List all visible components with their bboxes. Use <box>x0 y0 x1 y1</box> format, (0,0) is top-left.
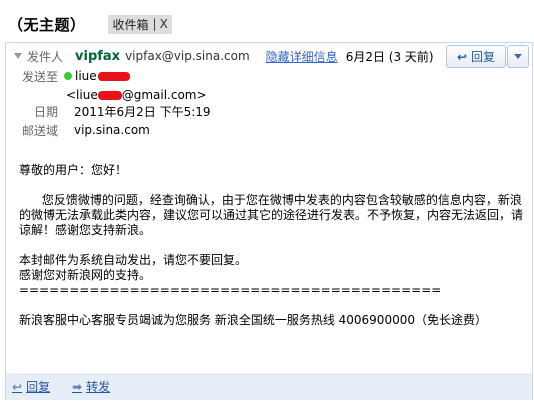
subject-bar: （无主题） 收件箱 | X <box>8 13 172 35</box>
reply-button-label: 回复 <box>471 50 496 64</box>
date-full: 2011年6月2日 下午5:19 <box>74 104 211 119</box>
label-separator: | <box>152 17 157 31</box>
collapse-triangle-icon[interactable] <box>14 53 22 59</box>
to-row: 发送至 liue <box>6 66 130 86</box>
reply-arrow-icon: ↩ <box>456 49 468 64</box>
inbox-label-chip[interactable]: 收件箱 | X <box>107 14 172 34</box>
sender-name[interactable]: vipfax <box>75 49 120 64</box>
message-footer: ↩ 回复 ➡ 转发 <box>6 373 532 400</box>
footer-forward-label[interactable]: 转发 <box>86 378 110 395</box>
body-divider: ========================================… <box>19 283 442 297</box>
body-greeting: 尊敬的用户：您好！ <box>19 163 128 177</box>
forward-arrow-icon: ➡ <box>72 379 83 394</box>
message-body: 尊敬的用户：您好！ 您反馈微博的问题，经查询确认，由于您在微博中发表的内容包含较… <box>19 163 529 328</box>
body-notice: 本封邮件为系统自动发出，请您不要回复。 <box>19 253 248 267</box>
body-thanks: 感谢您对新浪网的支持。 <box>19 268 152 282</box>
sender-email: vipfax@vip.sina.com <box>125 49 250 63</box>
body-signature: 新浪客服中心客服专员竭诚为您服务 新浪全国统一服务热线 4006900000（免… <box>19 313 487 327</box>
date-label: 日期 <box>33 104 58 119</box>
footer-forward-link[interactable]: ➡ 转发 <box>72 378 110 395</box>
mailed-by-value: vip.sina.com <box>74 123 150 137</box>
mailed-by-label: 邮送域 <box>21 123 58 138</box>
remove-label-button[interactable]: X <box>160 17 172 31</box>
redaction-mark <box>97 90 122 100</box>
chevron-down-icon <box>514 54 522 59</box>
more-options-button[interactable] <box>507 45 529 68</box>
online-status-icon <box>64 72 72 80</box>
footer-reply-label[interactable]: 回复 <box>26 378 50 395</box>
redaction-mark <box>97 71 130 81</box>
to-name[interactable]: liue <box>75 69 97 83</box>
reply-arrow-icon: ↩ <box>12 379 23 394</box>
from-label: 发件人 <box>27 49 64 64</box>
body-paragraph: 您反馈微博的问题，经查询确认，由于您在微博中发表的内容包含较敏感的信息内容，新浪… <box>19 193 524 237</box>
to-email-suffix: @gmail.com> <box>121 88 207 102</box>
to-email-prefix: <liue <box>66 88 98 102</box>
reply-button[interactable]: ↩ 回复 <box>446 45 506 68</box>
footer-reply-link[interactable]: ↩ 回复 <box>12 378 50 395</box>
subject-title: （无主题） <box>8 15 86 34</box>
to-label: 发送至 <box>21 69 58 84</box>
date-short: 6月2日 (3 天前) <box>345 49 434 64</box>
mailed-by-row: 邮送域 vip.sina.com <box>6 120 150 140</box>
inbox-label-name[interactable]: 收件箱 <box>113 16 149 33</box>
hide-details-link[interactable]: 隐藏详细信息 <box>266 48 338 65</box>
message-card: 发件人 vipfax vipfax@vip.sina.com 隐藏详细信息 6月… <box>5 42 533 400</box>
date-row: 日期 2011年6月2日 下午5:19 <box>6 101 211 121</box>
from-row: 发件人 vipfax vipfax@vip.sina.com 隐藏详细信息 6月… <box>6 46 434 66</box>
